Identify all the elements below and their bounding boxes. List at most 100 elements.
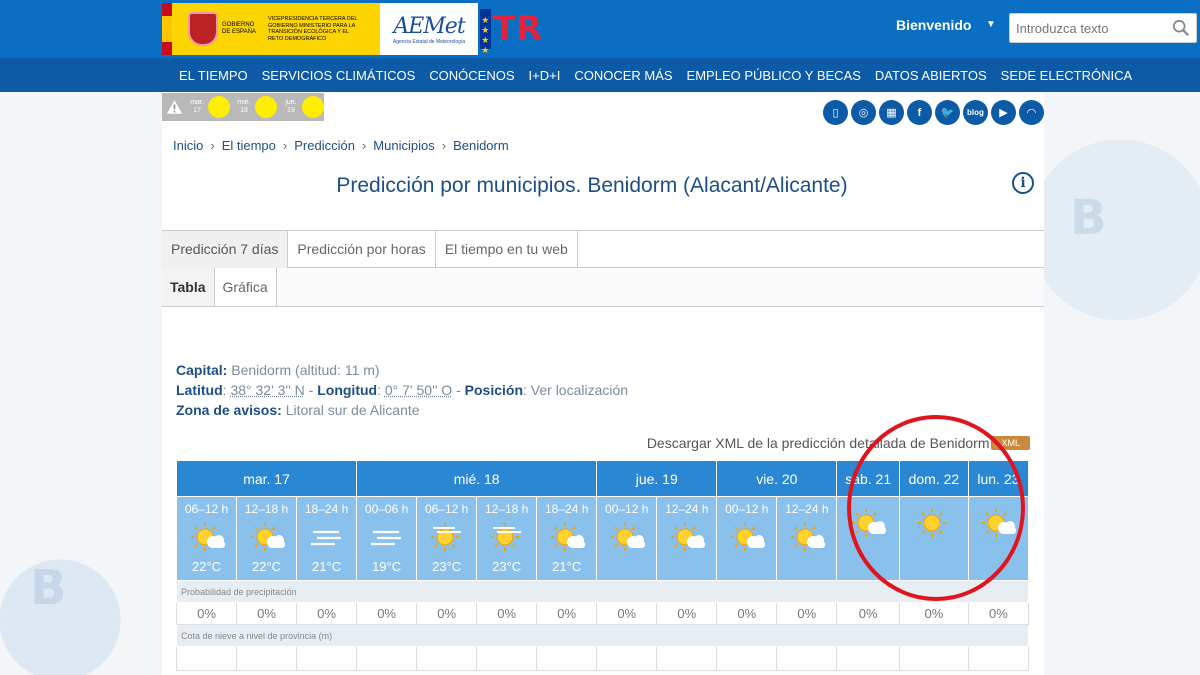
view-tabs: Tabla Gráfica [162,268,1044,307]
precip-value: 0% [716,602,778,625]
precip-value: 0% [356,602,418,625]
welcome-menu[interactable]: Bienvenido [896,17,971,33]
nav-sede-electronica[interactable]: SEDE ELECTRÓNICA [1001,68,1132,83]
page-title: Predicción por municipios. Benidorm (Ala… [336,174,848,197]
slot-hours: 12–18 h [484,502,529,516]
search-icon[interactable] [1172,19,1190,37]
time-slot: 06–12 h 22°C [175,496,238,581]
warnings-strip[interactable]: mar. 17 mié. 18 jue. 19 [162,93,324,121]
sun-cloud-icon [550,523,585,551]
nav-idi[interactable]: I+D+I [529,68,561,83]
ministry-text: VICEPRESIDENCIA TERCERA DEL GOBIERNO MIN… [268,16,358,42]
sun-cloud-icon [670,523,705,551]
nav-servicios-climaticos[interactable]: SERVICIOS CLIMÁTICOS [262,68,416,83]
time-slot: 12–24 h [776,496,838,581]
tab-prediccion-7-dias[interactable]: Predicción 7 días [162,231,289,268]
aemet-logo[interactable]: AEMet Agencia Estatal de Meteorología [380,3,478,55]
nav-conocer-mas[interactable]: CONOCER MÁS [574,68,672,83]
sitemap-icon[interactable]: ▦ [879,100,904,125]
snow-row [175,646,1030,671]
precip-value: 0% [776,602,838,625]
tab-grafica[interactable]: Gráfica [214,268,277,306]
warning-day: mié. 18 [234,96,277,118]
info-icon[interactable]: i [1012,172,1034,194]
ver-localizacion-link[interactable]: Ver localización [531,382,628,398]
sun-cloud-icon [730,523,765,551]
nav-empleo-publico[interactable]: EMPLEO PÚBLICO Y BECAS [687,68,861,83]
breadcrumb-inicio[interactable]: Inicio [173,138,203,153]
precip-value: 0% [656,602,718,625]
breadcrumb-benidorm[interactable]: Benidorm [453,138,509,153]
snow-value [596,646,658,671]
tab-tabla[interactable]: Tabla [162,268,215,306]
time-slot: 12–18 h 23°C [476,496,538,581]
youtube-icon[interactable]: ▶ [991,100,1016,125]
prtr-logo[interactable]: ★ ★ ★ ★ TR [480,3,542,55]
nav-datos-abiertos[interactable]: DATOS ABIERTOS [875,68,987,83]
latitude-value: 38° 32' 3'' N [230,382,305,398]
slot-temperature: 22°C [191,559,222,574]
slot-temperature: 19°C [372,559,402,574]
breadcrumb-municipios[interactable]: Municipios [373,138,434,153]
gov-text: GOBIERNO DE ESPAÑA [222,22,256,35]
warning-day-name: mar. [190,99,204,106]
warning-level-dot [208,96,230,118]
blog-icon[interactable]: blog [963,100,988,125]
slot-hours: 18–24 h [545,502,589,516]
mobile-app-icon[interactable]: ▯ [823,100,848,125]
aemet-subtitle: Agencia Estatal de Meteorología [392,38,466,45]
search-input[interactable] [1010,14,1170,42]
twitter-icon[interactable]: 🐦 [935,100,960,125]
warning-day-num: 18 [240,107,248,114]
search-box [1009,13,1197,43]
tab-prediccion-por-horas[interactable]: Predicción por horas [288,231,436,268]
capital-value: Benidorm (altitud: 11 m) [231,362,380,378]
breadcrumb-separator: › [441,138,447,153]
bg-isobar-letter: B [1070,190,1107,246]
fog-icon [370,530,401,546]
snow-value [898,646,969,671]
slot-temperature: 22°C [252,559,282,574]
precip-value: 0% [296,602,358,625]
time-slot: 00–12 h [596,496,658,581]
caret-down-icon[interactable]: ▼ [986,19,996,30]
tab-tiempo-en-tu-web[interactable]: El tiempo en tu web [436,231,578,268]
warning-day-num: 17 [193,107,201,114]
breadcrumb-separator: › [361,138,367,153]
nav-el-tiempo[interactable]: EL TIEMPO [179,68,248,83]
prediction-tabs: Predicción 7 días Predicción por horas E… [162,230,1044,268]
coat-of-arms-icon [188,12,218,46]
slot-hours: 12–18 h [244,502,289,516]
sun-haze-icon [430,523,461,551]
warning-level-dot [255,96,277,118]
time-slot: 18–24 h 21°C [536,496,598,581]
globe-icon[interactable]: ◎ [851,100,876,125]
snow-value [656,646,718,671]
facebook-icon[interactable]: f [907,100,932,125]
zone-value[interactable]: Litoral sur de Alicante [286,402,420,418]
sun-haze-icon [490,523,521,551]
rss-icon[interactable]: ◠ [1019,100,1044,125]
sun-cloud-icon [610,523,645,551]
gobierno-logo[interactable]: GOBIERNO DE ESPAÑA VICEPRESIDENCIA TERCE… [162,3,380,55]
time-slot: 18–24 h 21°C [296,496,358,581]
position-label: Posición [464,382,524,398]
breadcrumb: Inicio › El tiempo › Predicción › Municipio… [173,138,509,153]
snow-value [476,646,538,671]
snow-value [716,646,778,671]
snow-value [236,646,298,671]
precip-value: 0% [536,602,598,625]
day-header: jue. 19 [596,460,718,497]
slot-hours: 12–24 h [665,502,709,516]
time-slot: 00–12 h [716,496,778,581]
breadcrumb-prediccion[interactable]: Predicción [294,138,355,153]
slot-hours: 00–06 h [364,502,409,516]
warning-day-name: jue. [285,99,297,106]
slot-hours: 12–24 h [785,502,829,516]
warning-level-dot [302,96,324,118]
breadcrumb-el-tiempo[interactable]: El tiempo [222,138,276,153]
snow-label-row: Cota de nieve a nivel de provincia (m) [176,624,1029,647]
nav-conocenos[interactable]: CONÓCENOS [429,68,514,83]
snow-value [836,646,900,671]
sun-cloud-icon [250,523,285,551]
